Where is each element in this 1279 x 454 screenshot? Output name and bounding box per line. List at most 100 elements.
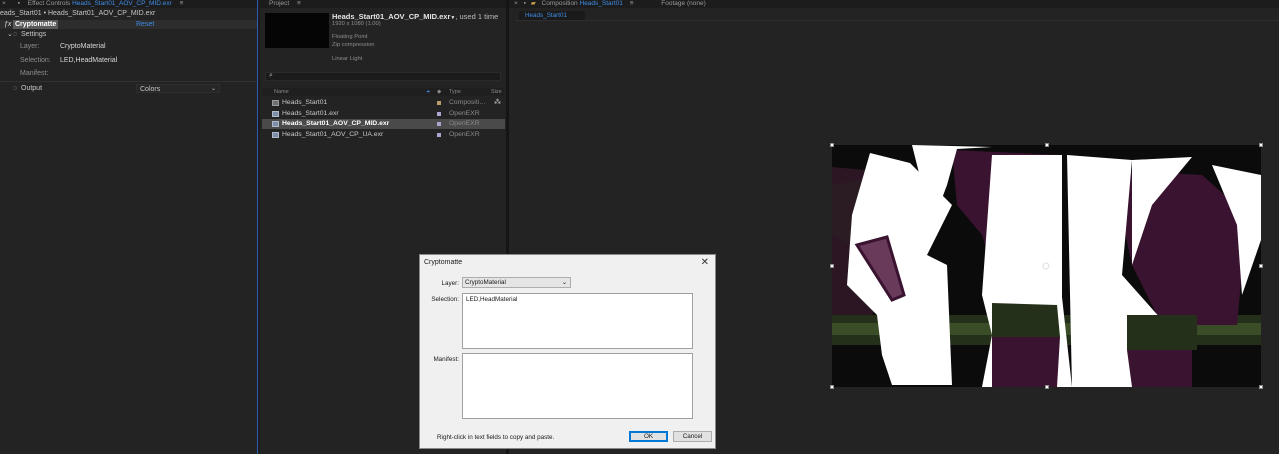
dialog-manifest-field[interactable] <box>462 353 693 419</box>
label-color-swatch[interactable] <box>437 122 441 126</box>
selection-param-value[interactable]: LED,HeadMaterial <box>60 55 117 66</box>
panel-menu-icon[interactable]: ≡ <box>297 0 301 7</box>
fx-icon[interactable]: ƒx <box>4 20 11 29</box>
col-size-header[interactable]: Size <box>491 88 502 96</box>
cancel-button[interactable]: Cancel <box>673 431 712 442</box>
preview-dims: 1920 x 1080 (1.00) <box>332 21 381 27</box>
label-tag-icon[interactable]: ◆ <box>437 88 441 96</box>
col-name-header[interactable]: Name <box>274 88 289 96</box>
project-item[interactable]: Heads_Start01_AOV_CP_MID.exr OpenEXR <box>262 119 505 129</box>
close-icon[interactable]: × <box>2 0 6 7</box>
project-item-name: Heads_Start01_AOV_CP_MID.exr <box>282 120 390 127</box>
column-header: Name ⏶ ◆ Type Size <box>262 88 504 96</box>
dialog-selection-field[interactable]: LED,HeadMaterial <box>462 293 693 349</box>
resize-handle-tl[interactable] <box>830 143 834 147</box>
footage-tab[interactable]: Footage (none) <box>661 0 705 7</box>
preview-name: Heads_Start01_AOV_CP_MID.exr▼, used 1 ti… <box>332 12 498 21</box>
settings-group[interactable]: ⌄ ◌ Settings <box>0 30 257 40</box>
output-dropdown[interactable]: Colors ⌄ <box>136 84 220 93</box>
panel-menu-icon[interactable]: ≡ <box>180 0 184 7</box>
resize-handle-bl[interactable] <box>830 385 834 389</box>
composition-tab-comp[interactable]: Heads_Start01 <box>580 0 623 7</box>
effect-controls-tab[interactable]: × ▪ Effect Controls Heads_Start01_AOV_CP… <box>0 0 257 8</box>
project-item-type: OpenEXR <box>449 109 480 117</box>
output-param-label: Output <box>21 85 43 92</box>
composition-tab-bar: × ▪ ▰ Composition Heads_Start01 ≡ Footag… <box>509 0 1279 8</box>
footage-icon <box>272 131 279 138</box>
label-color-swatch[interactable] <box>437 132 441 137</box>
cryptomatte-dialog: Cryptomatte ✕ Layer: CryptoMaterial ⌄ Se… <box>419 254 716 449</box>
label-color-swatch[interactable] <box>437 111 441 116</box>
effect-header-row[interactable]: ƒx Cryptomatte Reset <box>0 20 257 29</box>
preview-thumbnail <box>265 13 329 48</box>
project-item[interactable]: Heads_Start01.exr OpenEXR <box>262 109 505 119</box>
search-input[interactable] <box>278 73 478 80</box>
stopwatch-icon[interactable]: ◌ <box>13 83 17 94</box>
project-item-type: OpenEXR <box>449 120 480 127</box>
project-item[interactable]: Heads_Start01 Compositi… ⁂ <box>262 98 505 108</box>
dialog-selection-value: LED,HeadMaterial <box>466 296 518 303</box>
chevron-down-icon: ⌄ <box>210 86 216 92</box>
dialog-layer-label: Layer: <box>441 280 459 287</box>
divider <box>0 81 257 82</box>
expand-arrow-icon[interactable]: ⌄ <box>7 30 13 40</box>
resize-handle-tm[interactable] <box>1045 143 1049 147</box>
layer-param-label: Layer: <box>20 43 40 50</box>
lock-icon[interactable]: ▪ <box>524 0 526 7</box>
resize-handle-mr[interactable] <box>1259 264 1263 268</box>
dialog-layer-value: CryptoMaterial <box>465 279 506 286</box>
project-tab-label: Project <box>269 0 290 7</box>
resize-handle-br[interactable] <box>1259 385 1263 389</box>
composition-tab-label[interactable]: Composition <box>542 0 578 7</box>
dialog-layer-select[interactable]: CryptoMaterial ⌄ <box>462 277 571 288</box>
stopwatch-icon[interactable]: ◌ <box>13 30 17 40</box>
sort-arrow-icon[interactable]: ⏶ <box>426 88 430 96</box>
breadcrumb-text: eads_Start01 • Heads_Start01_AOV_CP_MID.… <box>0 10 156 17</box>
layer-param-value[interactable]: CryptoMaterial <box>60 41 106 52</box>
settings-label: Settings <box>21 31 47 38</box>
effect-controls-tab-label: Effect Controls <box>27 0 71 7</box>
project-item[interactable]: Heads_Start01_AOV_CP_UA.exr OpenEXR <box>262 130 505 140</box>
resize-handle-tr[interactable] <box>1259 143 1263 147</box>
project-tab[interactable]: Project ≡ <box>260 0 506 8</box>
resize-handle-bm[interactable] <box>1045 385 1049 389</box>
lock-icon[interactable]: ▪ <box>18 0 20 7</box>
preview-name-text: Heads_Start01_AOV_CP_MID.exr <box>332 12 451 21</box>
dialog-selection-label: Selection: <box>431 296 459 303</box>
selection-param-label: Selection: <box>20 57 51 64</box>
ok-button[interactable]: OK <box>629 431 668 442</box>
dialog-title: Cryptomatte <box>424 259 463 266</box>
close-icon[interactable]: ✕ <box>701 257 709 268</box>
close-icon[interactable]: × <box>514 0 518 7</box>
dialog-hint: Right-click in text fields to copy and p… <box>437 434 555 441</box>
chevron-down-icon: ⌄ <box>561 279 567 286</box>
comp-sub-tab-label: Heads_Start01 <box>525 12 568 19</box>
label-color-swatch[interactable] <box>437 101 441 105</box>
preview-color: Linear Light <box>332 56 363 62</box>
panel-menu-icon[interactable]: ≡ <box>630 0 634 7</box>
footage-icon <box>272 121 279 127</box>
preview-used-text: , used 1 time <box>455 12 499 21</box>
layer-param: Layer: CryptoMaterial <box>0 41 257 52</box>
flowchart-icon[interactable]: ⁂ <box>494 98 501 108</box>
resize-handle-ml[interactable] <box>830 264 834 268</box>
manifest-param: Manifest: <box>0 68 257 79</box>
project-item-name: Heads_Start01 <box>282 99 328 106</box>
output-dropdown-value: Colors <box>140 86 161 93</box>
project-item-type: OpenEXR <box>449 130 480 138</box>
col-type-header[interactable]: Type <box>449 88 461 96</box>
preview-depth: Floating Point <box>332 34 368 40</box>
reset-link[interactable]: Reset <box>136 20 154 29</box>
footage-icon <box>272 110 279 117</box>
project-item-name: Heads_Start01_AOV_CP_UA.exr <box>282 130 384 138</box>
comp-flowchart-icon[interactable]: ▰ <box>531 0 536 7</box>
manifest-param-label: Manifest: <box>20 70 49 77</box>
preview-compression: Zip compression <box>332 42 375 48</box>
effect-breadcrumb: eads_Start01 • Heads_Start01_AOV_CP_MID.… <box>0 9 257 19</box>
search-field[interactable]: ⌕ <box>265 72 501 81</box>
sub-tab-underline <box>515 20 1279 21</box>
comp-sub-tab[interactable]: Heads_Start01 <box>519 11 585 20</box>
effect-name[interactable]: Cryptomatte <box>13 20 59 29</box>
effect-controls-panel: × ▪ Effect Controls Heads_Start01_AOV_CP… <box>0 0 257 454</box>
crosshair-icon[interactable] <box>1043 263 1047 267</box>
